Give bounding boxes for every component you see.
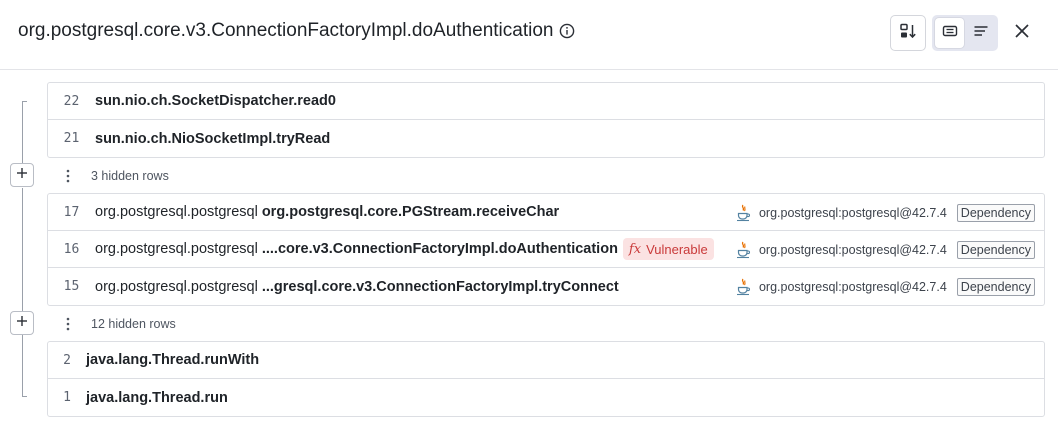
java-icon: [735, 204, 751, 222]
kebab-icon: [47, 317, 89, 331]
vulnerable-label: Vulnerable: [646, 241, 708, 257]
view-toggle: [932, 15, 998, 51]
dependency-badge: Dependency: [956, 277, 1035, 296]
function-name: java.lang.Thread.runWith: [86, 352, 260, 368]
tree-tick: [22, 396, 27, 397]
plus-icon: [16, 166, 28, 184]
dependency-info: org.postgresql:postgresql@42.7.4 Depende…: [735, 231, 1035, 268]
frame-row[interactable]: 21 sun.nio.ch.NioSocketImpl.tryRead: [48, 120, 1044, 157]
frame-row[interactable]: 2 java.lang.Thread.runWith: [48, 342, 1044, 379]
dependency-info: org.postgresql:postgresql@42.7.4 Depende…: [735, 268, 1035, 305]
function-name: org.postgresql.core.PGStream.receiveChar: [261, 204, 560, 220]
java-icon: [735, 241, 751, 259]
function-name: ....core.v3.ConnectionFactoryImpl.doAuth…: [261, 241, 618, 257]
tree-tick: [22, 101, 27, 102]
frame-group: 2 java.lang.Thread.runWith 1 java.lang.T…: [47, 341, 1045, 417]
close-icon: [1014, 23, 1030, 44]
frame-group: 22 sun.nio.ch.SocketDispatcher.read0 21 …: [47, 82, 1045, 158]
function-name: ...gresql.core.v3.ConnectionFactoryImpl.…: [261, 278, 619, 295]
sort-icon: [899, 22, 917, 45]
frame-row[interactable]: 1 java.lang.Thread.run: [48, 379, 1044, 416]
compact-view-button[interactable]: [935, 18, 964, 48]
line-number: 1: [63, 390, 71, 405]
hidden-rows-label: 12 hidden rows: [91, 316, 176, 331]
sort-button[interactable]: [890, 15, 926, 51]
function-name: sun.nio.ch.NioSocketImpl.tryRead: [95, 130, 331, 147]
page-title-wrap: org.postgresql.core.v3.ConnectionFactory…: [18, 20, 575, 42]
line-number: 2: [63, 352, 71, 368]
tree-line: [22, 188, 23, 322]
line-number: 22: [63, 93, 80, 109]
package-name: org.postgresql.postgresql: [95, 204, 258, 220]
function-name: java.lang.Thread.run: [86, 389, 228, 406]
dependency-name: org.postgresql:postgresql@42.7.4: [758, 279, 947, 294]
dependency-badge: Dependency: [956, 240, 1035, 259]
plus-icon: [16, 314, 28, 332]
info-icon[interactable]: [559, 23, 575, 39]
hidden-rows[interactable]: 12 hidden rows: [47, 305, 1045, 342]
hidden-rows[interactable]: 3 hidden rows: [47, 157, 1045, 194]
frame-row[interactable]: 22 sun.nio.ch.SocketDispatcher.read0: [48, 83, 1044, 120]
java-icon: [735, 278, 751, 296]
function-name: sun.nio.ch.SocketDispatcher.read0: [95, 93, 336, 109]
line-number: 17: [63, 204, 80, 220]
compact-view-icon: [942, 24, 958, 43]
header: org.postgresql.core.v3.ConnectionFactory…: [0, 0, 1058, 70]
expand-hidden-button[interactable]: [10, 311, 34, 335]
list-view-button[interactable]: [966, 18, 995, 48]
stack-trace: 22 sun.nio.ch.SocketDispatcher.read0 21 …: [0, 70, 1058, 430]
hidden-rows-label: 3 hidden rows: [91, 168, 169, 183]
close-button[interactable]: [1008, 19, 1036, 47]
line-number: 21: [63, 131, 80, 146]
line-number: 15: [63, 279, 80, 294]
tree-line: [22, 334, 23, 397]
dependency-name: org.postgresql:postgresql@42.7.4: [758, 242, 947, 257]
list-view-icon: [973, 24, 989, 43]
function-icon: fx: [628, 241, 642, 257]
package-name: org.postgresql.postgresql: [95, 278, 258, 295]
page-title: org.postgresql.core.v3.ConnectionFactory…: [18, 20, 554, 41]
frame-group: 17 org.postgresql.postgresql org.postgre…: [47, 193, 1045, 306]
dependency-name: org.postgresql:postgresql@42.7.4: [758, 205, 947, 220]
vulnerable-badge: fx Vulnerable: [622, 238, 714, 260]
kebab-icon: [47, 169, 89, 183]
frame-row[interactable]: 15 org.postgresql.postgresql ...gresql.c…: [48, 268, 1044, 305]
package-name: org.postgresql.postgresql: [95, 241, 258, 257]
line-number: 16: [63, 241, 80, 257]
dependency-badge: Dependency: [956, 203, 1035, 222]
dependency-info: org.postgresql:postgresql@42.7.4 Depende…: [735, 194, 1035, 231]
frame-row[interactable]: 16 org.postgresql.postgresql ....core.v3…: [48, 231, 1044, 268]
expand-hidden-button[interactable]: [10, 163, 34, 187]
frame-row[interactable]: 17 org.postgresql.postgresql org.postgre…: [48, 194, 1044, 231]
